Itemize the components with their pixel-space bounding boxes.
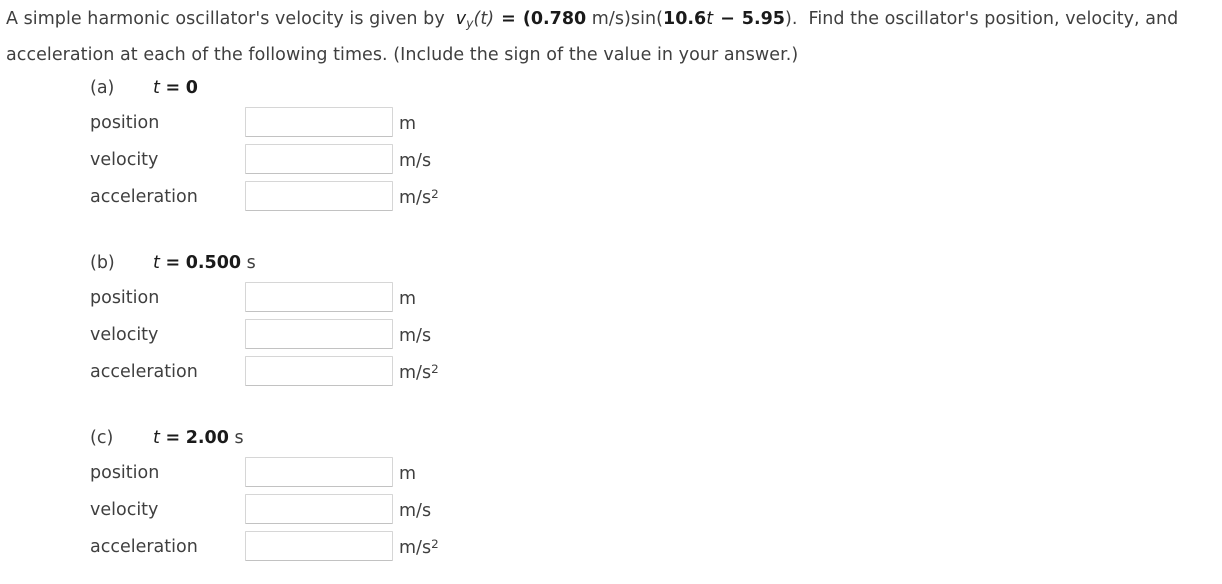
part-a-velocity-label: velocity (90, 150, 159, 170)
problem-page: A simple harmonic oscillator's velocity … (0, 0, 1222, 584)
part-c-time-symbol: t (153, 428, 160, 448)
part-a-velocity-row: velocity m/s (90, 142, 431, 179)
part-c-time-equals: = (165, 428, 181, 448)
part-b-velocity-unit: m/s (399, 325, 432, 346)
part-a-velocity-input[interactable] (245, 144, 393, 174)
part-a-time-equals: = (165, 78, 181, 98)
part-c-velocity-input[interactable] (245, 494, 393, 524)
part-b-letter: (b) (90, 253, 115, 273)
part-a-position-input[interactable] (245, 107, 393, 137)
part-c-position-input[interactable] (245, 457, 393, 487)
part-c-velocity-unit: m/s (399, 500, 432, 521)
part-b-time-equals: = (165, 253, 181, 273)
sine-function-open: sin( (630, 9, 664, 29)
part-a-letter: (a) (90, 78, 115, 98)
part-a-header: (a) t = 0 (90, 78, 198, 105)
part-a: (a) t = 0 position m velocity m/s acceler… (90, 78, 439, 216)
part-a-acceleration-input[interactable] (245, 181, 393, 211)
part-c-acceleration-label: acceleration (90, 537, 198, 557)
part-a-time-value: 0 (185, 78, 198, 98)
part-b-time-symbol: t (153, 253, 160, 273)
part-c-position-unit: m (399, 463, 417, 484)
part-a-velocity-unit: m/s (399, 150, 432, 171)
part-c-acceleration-row: acceleration m/s2 (90, 529, 439, 566)
part-a-time-symbol: t (153, 78, 160, 98)
part-a-position-label: position (90, 113, 160, 133)
part-c-header: (c) t = 2.00 s (90, 428, 244, 455)
part-b-velocity-label: velocity (90, 325, 159, 345)
amplitude-open-paren: ( (522, 9, 531, 29)
amplitude-value: 0.780 (530, 9, 587, 29)
part-c-acceleration-unit: m/s2 (399, 537, 439, 558)
part-b-position-label: position (90, 288, 160, 308)
amplitude-close-paren: ) (624, 9, 631, 29)
angular-frequency-value: 10.6 (663, 9, 707, 29)
part-c-time-unit: s (234, 428, 244, 448)
part-c-position-row: position m (90, 455, 416, 492)
part-b-acceleration-label: acceleration (90, 362, 198, 382)
part-b-header: (b) t = 0.500 s (90, 253, 256, 280)
part-c-velocity-label: velocity (90, 500, 159, 520)
sine-function-close: ). (784, 9, 798, 29)
part-b-position-input[interactable] (245, 282, 393, 312)
amplitude-unit: m/s (591, 9, 625, 29)
part-a-position-unit: m (399, 113, 417, 134)
part-b-acceleration-unit: m/s2 (399, 362, 439, 383)
part-b-velocity-row: velocity m/s (90, 317, 431, 354)
part-a-acceleration-label: acceleration (90, 187, 198, 207)
problem-statement: A simple harmonic oscillator's velocity … (6, 4, 1216, 71)
part-b-acceleration-input[interactable] (245, 356, 393, 386)
phase-constant-value: 5.95 (741, 9, 785, 29)
part-c-letter: (c) (90, 428, 114, 448)
minus-sign: − (720, 9, 735, 29)
equals-sign: = (501, 9, 516, 29)
part-b-time-unit: s (246, 253, 256, 273)
part-c-acceleration-input[interactable] (245, 531, 393, 561)
part-c: (c) t = 2.00 s position m velocity m/s ac… (90, 428, 439, 566)
part-b-position-unit: m (399, 288, 417, 309)
part-c-time-value: 2.00 (185, 428, 229, 448)
part-b-velocity-input[interactable] (245, 319, 393, 349)
part-c-velocity-row: velocity m/s (90, 492, 431, 529)
part-b: (b) t = 0.500 s position m velocity m/s a… (90, 253, 439, 391)
part-b-position-row: position m (90, 280, 416, 317)
part-c-position-label: position (90, 463, 160, 483)
part-b-acceleration-row: acceleration m/s2 (90, 354, 439, 391)
velocity-symbol: v (455, 9, 467, 29)
part-a-acceleration-row: acceleration m/s2 (90, 179, 439, 216)
time-variable: t (706, 9, 714, 29)
velocity-argument: (t) (473, 9, 495, 29)
part-b-time-value: 0.500 (185, 253, 242, 273)
part-a-position-row: position m (90, 105, 416, 142)
statement-intro-first: A simple harmonic oscillator's velocity … (6, 9, 445, 29)
part-a-acceleration-unit: m/s2 (399, 187, 439, 208)
